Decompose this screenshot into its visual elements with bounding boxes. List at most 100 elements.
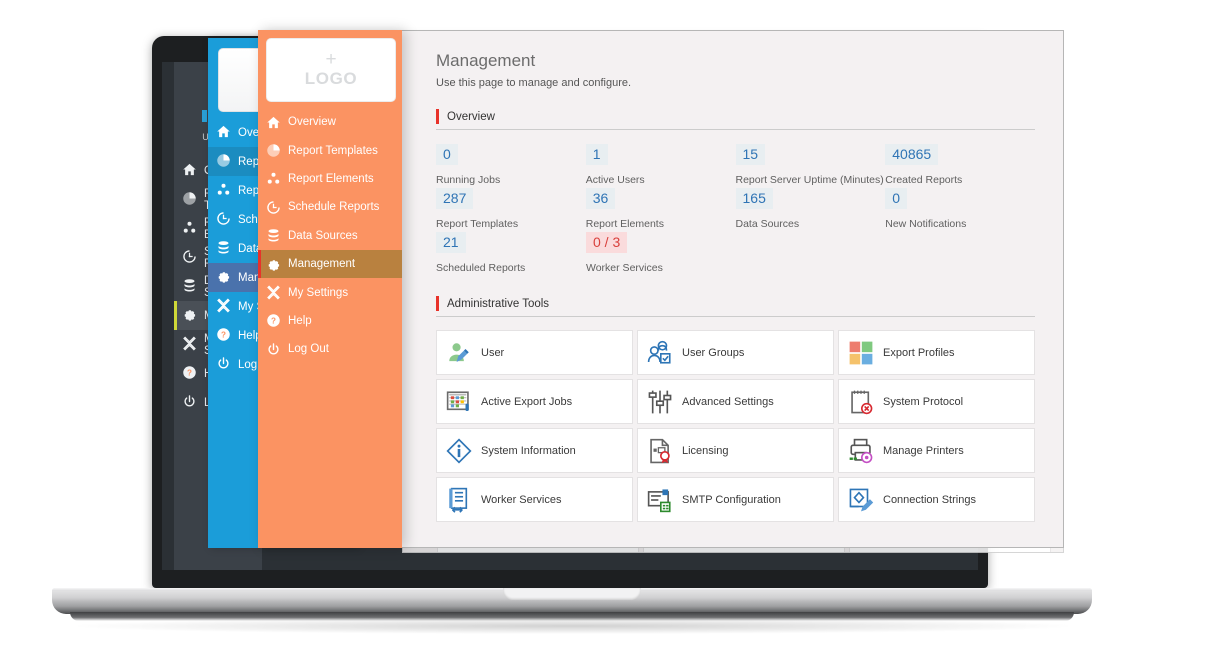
statistics-row: 0 Running Jobs 1 Active Users 15 Report Serve… (436, 144, 1035, 188)
question-icon: ? (208, 327, 238, 345)
clock-icon (174, 249, 204, 267)
tool-licensing[interactable]: Licensing (637, 428, 834, 473)
svg-text:?: ? (187, 368, 192, 377)
stat-data-sources: 165 Data Sources (735, 188, 886, 232)
sidebar-item-report-elements[interactable]: Report Elements (258, 165, 402, 193)
tool-export-profiles[interactable]: Export Profiles (838, 330, 1035, 375)
overview-statistics: 0 Running Jobs 1 Active Users 15 Report Serve… (436, 144, 1035, 276)
sidebar-item-schedule-reports[interactable]: Schedule Reports (258, 193, 402, 221)
home-icon (208, 124, 238, 142)
stat-value: 36 (585, 188, 616, 209)
stat-worker-services: 0 / 3 Worker Services (586, 232, 736, 276)
tool-label: Connection Strings (883, 493, 976, 506)
sidebar-item-my-settings[interactable]: My Settings (258, 278, 402, 306)
tool-connection-strings[interactable]: Connection Strings (838, 477, 1035, 522)
tools-icon (174, 336, 204, 354)
stat-label: Data Sources (735, 218, 800, 230)
administrative-tools-grid: User User Groups Export Profiles Active Exp… (436, 330, 1035, 522)
tool-label: Active Export Jobs (481, 395, 573, 408)
tool-row: Active Export Jobs Advanced Settings Syste… (436, 379, 1035, 424)
tool-label: Export Profiles (883, 346, 955, 359)
question-icon: ? (174, 365, 204, 383)
pie-chart-icon (258, 143, 288, 158)
sidebar-item-label: Overview (288, 116, 336, 129)
tool-advanced-settings[interactable]: Advanced Settings (637, 379, 834, 424)
info-diamond-icon (437, 437, 481, 464)
tool-manage-printers[interactable]: Manage Printers (838, 428, 1035, 473)
stat-label: Report Templates (436, 218, 519, 230)
color-squares-icon (839, 340, 883, 366)
tool-row: User User Groups Export Profiles (436, 330, 1035, 375)
stat-value: 165 (735, 188, 773, 209)
sidebar-item-data-sources[interactable]: Data Sources (258, 222, 402, 250)
stat-report-server-uptime-minutes: 15 Report Server Uptime (Minutes) (735, 144, 886, 188)
tool-system-information[interactable]: System Information (436, 428, 633, 473)
stat-created-reports: 40865 Created Reports (885, 144, 1035, 188)
sidebar-menu: Overview Report Templates Report Elements S… (258, 108, 402, 364)
sidebar-item-management[interactable]: Management (258, 249, 402, 279)
stat-label: Report Server Uptime (Minutes) (735, 174, 884, 186)
tools-icon (258, 285, 288, 300)
management-window: Management Use this page to manage and c… (402, 30, 1064, 548)
page-title: Management (436, 51, 536, 70)
stat-active-users: 1 Active Users (585, 144, 736, 188)
stat-value: 0 (436, 144, 458, 165)
database-icon (258, 228, 288, 243)
tool-label: User (481, 346, 505, 359)
tool-label: Licensing (682, 444, 729, 457)
tool-user-groups[interactable]: User Groups (637, 330, 834, 375)
sidebar-orange: + LOGO Overview Report Templates Report El… (258, 30, 402, 548)
stat-value: 0 / 3 (586, 232, 628, 253)
database-icon (174, 278, 204, 296)
sidebar-item-label: Schedule Reports (288, 201, 380, 214)
stat-new-notifications: 0 New Notifications (885, 188, 1035, 232)
nodes-icon (258, 171, 288, 186)
laptop-notch (503, 588, 641, 600)
tool-label: Manage Printers (883, 444, 964, 457)
sidebar-item-label: Report Templates (288, 144, 378, 157)
mail-card-icon (638, 487, 682, 513)
sidebar-item-help[interactable]: ? Help (258, 307, 402, 335)
tool-smtp-configuration[interactable]: SMTP Configuration (637, 477, 834, 522)
nodes-icon (208, 182, 238, 200)
certificate-icon (638, 438, 682, 464)
sidebar-item-log-out[interactable]: Log Out (258, 335, 402, 363)
stat-value: 0 (885, 188, 908, 209)
pie-chart-icon (208, 153, 238, 171)
stat-label: Worker Services (586, 262, 663, 274)
stat-scheduled-reports: 21 Scheduled Reports (436, 232, 586, 276)
tool-active-export-jobs[interactable]: Active Export Jobs (436, 379, 633, 424)
stat-label: Created Reports (885, 174, 963, 186)
stat-value: 287 (436, 188, 474, 209)
screenshot-stage: User: X OverviewReport TemplatesReport E… (0, 0, 1208, 672)
tool-worker-services[interactable]: Worker Services (436, 477, 633, 522)
sidebar-item-label: My Settings (288, 286, 349, 299)
tool-user[interactable]: User (436, 330, 633, 375)
tool-system-protocol[interactable]: System Protocol (838, 379, 1035, 424)
printer-gear-icon (839, 438, 883, 464)
home-icon (258, 115, 288, 130)
stat-label: Running Jobs (436, 174, 501, 186)
gear-icon (258, 257, 288, 272)
power-icon (174, 394, 204, 412)
stat-report-templates: 287 Report Templates (436, 188, 586, 232)
tool-label: System Information (481, 444, 576, 457)
statistics-row: 21 Scheduled Reports 0 / 3 Worker Services (436, 232, 1035, 276)
sidebar-item-overview[interactable]: Overview (258, 108, 402, 136)
home-icon (174, 162, 204, 180)
clock-icon (258, 200, 288, 215)
page-subtitle: Use this page to manage and configure. (436, 77, 632, 89)
stat-label: Active Users (585, 174, 645, 186)
sidebar-item-report-templates[interactable]: Report Templates (258, 136, 402, 164)
question-icon: ? (258, 313, 288, 328)
svg-text:?: ? (221, 330, 226, 339)
section-accent-bar (436, 109, 439, 124)
sidebar-logo[interactable]: + LOGO (266, 38, 396, 102)
sidebar-item-label: Report Elements (288, 172, 374, 185)
sidebar-item-label: Help (288, 314, 312, 327)
section-header-overview: Overview (436, 109, 1035, 130)
svg-text:?: ? (271, 317, 276, 326)
section-header-admin-tools: Administrative Tools (436, 296, 1035, 317)
server-sync-icon (437, 487, 481, 513)
power-icon (208, 356, 238, 374)
